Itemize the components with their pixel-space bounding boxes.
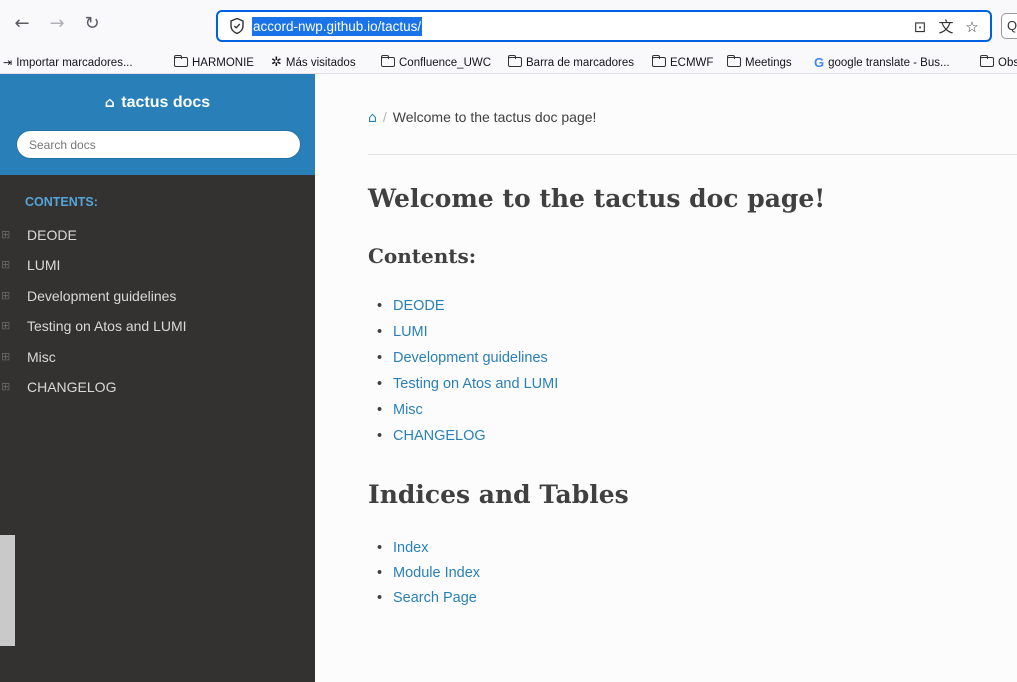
star-icon[interactable]: ☆ [962,17,982,37]
search-icon[interactable]: Q [1001,13,1017,39]
bullet: • [377,402,383,418]
bookmarks-bar: ⇥ Importar marcadores... HARMONIE ✲ Más vi… [0,52,1017,74]
translate-icon[interactable]: 文 [936,17,956,37]
bookmark-import[interactable]: ⇥ Importar marcadores... [3,55,133,71]
browser-toolbar: ← → ↻ accord-nwp.github.io/tactus/ ⊡ 文 ☆… [0,0,1017,52]
main-content: ⌂ / Welcome to the tactus doc page! Welcom… [315,74,1017,682]
bookmark-obs[interactable]: Obs [979,54,1017,71]
folder-icon [173,54,188,67]
link-changelog[interactable]: CHANGELOG [393,423,486,449]
sidebar-item-deode[interactable]: ⊞ DEODE [0,220,315,250]
link-index[interactable]: Index [393,536,428,561]
bookmark-confluence[interactable]: Confluence_UWC [380,54,492,71]
sidebar-item-development-guidelines[interactable]: ⊞ Development guidelines [0,281,315,311]
bookmark-label: ECMWF [670,57,714,69]
google-icon: G [814,55,825,70]
folder-icon [651,54,666,67]
expand-icon[interactable]: ⊞ [1,372,10,402]
link-deode[interactable]: DEODE [393,293,445,319]
bullet: • [377,540,383,556]
sidebar-item-label[interactable]: DEODE [27,227,77,243]
import-icon: ⇥ [3,56,13,69]
sidebar: ⌂ tactus docs CONTENTS: ⊞ DEODE ⊞ LUMI ⊞ De… [0,74,315,682]
sidebar-item-lumi[interactable]: ⊞ LUMI [0,250,315,280]
gear-icon: ✲ [271,55,282,70]
sidebar-item-label[interactable]: LUMI [27,257,60,273]
folder-icon [507,54,522,67]
site-title-text[interactable]: tactus docs [121,94,210,111]
bullet: • [377,565,383,581]
bookmark-label: Meetings [745,57,792,69]
breadcrumb-separator: / [382,109,387,125]
bookmark-ecmwf[interactable]: ECMWF [651,54,714,71]
sidebar-header: ⌂ tactus docs [0,74,315,175]
bookmark-label: Más visitados [285,57,356,70]
bookmark-google-translate[interactable]: Ggoogle translate - Bus... [814,55,950,71]
bookmark-barra[interactable]: Barra de marcadores [507,54,635,71]
page-title: Welcome to the tactus doc page! [368,184,826,213]
bookmark-harmonie[interactable]: HARMONIE [173,54,254,71]
shield-icon[interactable] [228,17,246,35]
bookmark-label: Barra de marcadores [526,57,635,69]
expand-icon[interactable]: ⊞ [1,311,10,341]
bookmark-label: Obs [998,57,1017,69]
overlay-block [0,535,15,646]
bullet: • [377,590,383,606]
breadcrumb-current: Welcome to the tactus doc page! [392,109,597,125]
home-icon: ⌂ [104,95,115,111]
home-icon[interactable]: ⌂ [368,110,377,126]
search-input[interactable] [16,130,301,159]
bookmark-label: google translate - Bus... [828,57,950,70]
install-app-icon[interactable]: ⊡ [910,17,930,37]
bullet: • [377,376,383,392]
folder-icon [380,54,395,67]
forward-arrow-icon[interactable]: → [45,12,69,36]
back-arrow-icon[interactable]: ← [10,12,34,36]
breadcrumb: ⌂ / Welcome to the tactus doc page! [368,109,596,126]
bullet: • [377,350,383,366]
link-development-guidelines[interactable]: Development guidelines [393,345,548,371]
folder-icon [726,54,741,67]
sidebar-item-changelog[interactable]: ⊞ CHANGELOG [0,372,315,402]
sidebar-item-label[interactable]: Development guidelines [27,288,176,304]
link-search-page[interactable]: Search Page [393,586,477,611]
site-title[interactable]: ⌂ tactus docs [0,94,315,112]
sidebar-item-label[interactable]: CHANGELOG [27,379,116,395]
bookmark-meetings[interactable]: Meetings [726,54,792,71]
link-lumi[interactable]: LUMI [393,319,428,345]
link-module-index[interactable]: Module Index [393,561,480,586]
bookmark-mas-visitados[interactable]: ✲ Más visitados [271,55,356,71]
expand-icon[interactable]: ⊞ [1,281,10,311]
divider [368,154,1017,155]
link-testing[interactable]: Testing on Atos and LUMI [393,371,558,397]
url-bar[interactable]: accord-nwp.github.io/tactus/ ⊡ 文 ☆ [216,10,992,42]
bookmark-label: HARMONIE [192,57,254,69]
sidebar-item-testing[interactable]: ⊞ Testing on Atos and LUMI [0,311,315,341]
sidebar-item-label[interactable]: Misc [27,349,56,365]
bookmark-label: Importar marcadores... [16,57,133,70]
contents-caption: CONTENTS: [25,195,98,209]
bookmark-label: Confluence_UWC [399,57,492,69]
link-misc[interactable]: Misc [393,397,423,423]
reload-icon[interactable]: ↻ [80,12,104,36]
sidebar-item-label[interactable]: Testing on Atos and LUMI [27,318,187,334]
expand-icon[interactable]: ⊞ [1,220,10,250]
folder-icon [979,54,994,67]
expand-icon[interactable]: ⊞ [1,342,10,372]
url-text[interactable]: accord-nwp.github.io/tactus/ [252,17,423,36]
expand-icon[interactable]: ⊞ [1,250,10,280]
sidebar-item-misc[interactable]: ⊞ Misc [0,342,315,372]
bullet: • [377,324,383,340]
contents-heading: Contents: [368,244,477,268]
bullet: • [377,298,383,314]
bullet: • [377,428,383,444]
indices-heading: Indices and Tables [368,480,629,509]
